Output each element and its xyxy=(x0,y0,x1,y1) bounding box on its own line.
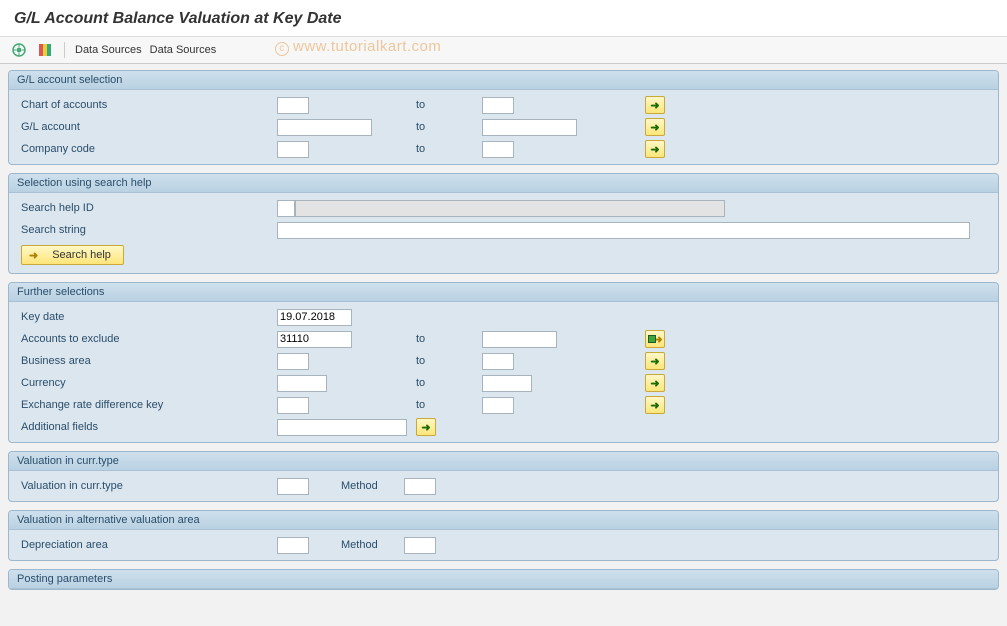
button-label: Search help xyxy=(52,249,111,261)
search-help-id-display xyxy=(295,200,725,217)
label: Chart of accounts xyxy=(17,99,277,111)
group-search-help: Selection using search help Search help … xyxy=(8,173,999,274)
label: Additional fields xyxy=(17,421,277,433)
data-sources-link-1[interactable]: Data Sources xyxy=(75,44,142,56)
data-sources-link-2[interactable]: Data Sources xyxy=(150,44,217,56)
exchange-to-input[interactable] xyxy=(482,397,514,414)
group-gl-selection: G/L account selection Chart of accounts … xyxy=(8,70,999,165)
to-label: to xyxy=(412,333,482,345)
to-label: to xyxy=(412,399,482,411)
group-valuation-curr-type: Valuation in curr.type Valuation in curr… xyxy=(8,451,999,502)
multi-select-active-icon[interactable]: ➜ xyxy=(645,330,665,348)
multi-select-icon[interactable]: ➜ xyxy=(645,118,665,136)
company-from-input[interactable] xyxy=(277,141,309,158)
exchange-from-input[interactable] xyxy=(277,397,309,414)
multi-select-icon[interactable]: ➜ xyxy=(645,96,665,114)
row-depreciation-area: Depreciation area Method xyxy=(9,534,998,556)
group-header: Valuation in alternative valuation area xyxy=(9,511,998,530)
row-company-code: Company code to ➜ xyxy=(9,138,998,160)
currency-from-input[interactable] xyxy=(277,375,327,392)
row-chart-of-accounts: Chart of accounts to ➜ xyxy=(9,94,998,116)
key-date-input[interactable] xyxy=(277,309,352,326)
additional-fields-input[interactable] xyxy=(277,419,407,436)
to-label: to xyxy=(412,99,482,111)
group-further-selections: Further selections Key date Accounts to … xyxy=(8,282,999,443)
group-header: Selection using search help xyxy=(9,174,998,193)
execute-icon[interactable] xyxy=(10,41,28,59)
group-header: Valuation in curr.type xyxy=(9,452,998,471)
method-label: Method xyxy=(309,539,404,551)
method-input[interactable] xyxy=(404,478,436,495)
multi-select-icon[interactable]: ➜ xyxy=(416,418,436,436)
toolbar: Data Sources Data Sources xyxy=(0,37,1007,64)
search-string-input[interactable] xyxy=(277,222,970,239)
gl-account-to-input[interactable] xyxy=(482,119,577,136)
multi-select-icon[interactable]: ➜ xyxy=(645,352,665,370)
multi-select-icon[interactable]: ➜ xyxy=(645,374,665,392)
row-search-help-id: Search help ID xyxy=(9,197,998,219)
toolbar-separator xyxy=(64,42,65,58)
depreciation-area-input[interactable] xyxy=(277,537,309,554)
to-label: to xyxy=(412,121,482,133)
chart-to-input[interactable] xyxy=(482,97,514,114)
bizarea-to-input[interactable] xyxy=(482,353,514,370)
to-label: to xyxy=(412,143,482,155)
method-label: Method xyxy=(309,480,404,492)
label: Exchange rate difference key xyxy=(17,399,277,411)
page-title: G/L Account Balance Valuation at Key Dat… xyxy=(0,0,1007,37)
company-to-input[interactable] xyxy=(482,141,514,158)
group-header: G/L account selection xyxy=(9,71,998,90)
row-key-date: Key date xyxy=(9,306,998,328)
multi-select-icon[interactable]: ➜ xyxy=(645,396,665,414)
to-label: to xyxy=(412,355,482,367)
valuation-curr-input[interactable] xyxy=(277,478,309,495)
label: Business area xyxy=(17,355,277,367)
main-area: G/L account selection Chart of accounts … xyxy=(0,64,1007,604)
group-posting-parameters: Posting parameters xyxy=(8,569,999,590)
exclude-to-input[interactable] xyxy=(482,331,557,348)
label: Valuation in curr.type xyxy=(17,480,277,492)
search-help-id-input[interactable] xyxy=(277,200,295,217)
row-business-area: Business area to ➜ xyxy=(9,350,998,372)
arrow-right-icon: ➜ xyxy=(29,249,38,262)
row-valuation-curr-type: Valuation in curr.type Method xyxy=(9,475,998,497)
bizarea-from-input[interactable] xyxy=(277,353,309,370)
variant-icon[interactable] xyxy=(36,41,54,59)
row-additional-fields: Additional fields ➜ xyxy=(9,416,998,438)
gl-account-from-input[interactable] xyxy=(277,119,372,136)
row-gl-account: G/L account to ➜ xyxy=(9,116,998,138)
label: Key date xyxy=(17,311,277,323)
search-help-button[interactable]: ➜ Search help xyxy=(21,245,124,265)
row-search-string: Search string xyxy=(9,219,998,241)
exclude-from-input[interactable] xyxy=(277,331,352,348)
to-label: to xyxy=(412,377,482,389)
group-header: Posting parameters xyxy=(9,570,998,589)
multi-select-icon[interactable]: ➜ xyxy=(645,140,665,158)
label: Currency xyxy=(17,377,277,389)
label: G/L account xyxy=(17,121,277,133)
group-valuation-alt-area: Valuation in alternative valuation area … xyxy=(8,510,999,561)
row-accounts-exclude: Accounts to exclude to ➜ xyxy=(9,328,998,350)
currency-to-input[interactable] xyxy=(482,375,532,392)
label: Company code xyxy=(17,143,277,155)
row-exchange-rate-diff: Exchange rate difference key to ➜ xyxy=(9,394,998,416)
label: Search string xyxy=(17,224,277,236)
method-input-alt[interactable] xyxy=(404,537,436,554)
group-header: Further selections xyxy=(9,283,998,302)
label: Search help ID xyxy=(17,202,277,214)
label: Accounts to exclude xyxy=(17,333,277,345)
row-currency: Currency to ➜ xyxy=(9,372,998,394)
label: Depreciation area xyxy=(17,539,277,551)
chart-from-input[interactable] xyxy=(277,97,309,114)
